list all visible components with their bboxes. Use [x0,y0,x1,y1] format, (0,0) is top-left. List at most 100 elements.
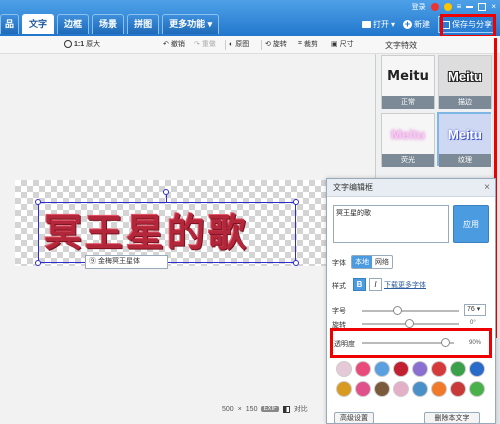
redo-button[interactable]: ↷ 重做 [194,39,216,49]
swatch[interactable] [431,361,447,377]
rotation-stem [166,195,167,202]
size-label: 尺寸 [339,41,354,48]
tab-scene[interactable]: 场景 [92,14,125,34]
swatch[interactable] [355,381,371,397]
undo-icon: ↶ [163,41,169,48]
maximize-icon[interactable] [478,3,487,11]
swatch[interactable] [336,381,352,397]
font-local-tab[interactable]: 本地 [352,256,372,268]
toolbar-divider [261,40,262,50]
tab-beautify[interactable]: 品 [0,14,20,34]
edit-toolbar: 1:1 原大 ↶ 撤销 ↷ 重做 ◐ 原图 ⟲ 旋转 ⌗ 裁剪 ▣ 尺寸 [0,36,500,54]
compare-icon[interactable] [282,405,290,413]
effect-preview: Meitu [382,114,434,154]
close-icon[interactable]: × [484,182,490,193]
effect-stroke[interactable]: Meitu 描边 [438,55,492,109]
tab-frame[interactable]: 边框 [57,14,90,34]
text-input[interactable]: 冥王星的歌 [333,205,449,243]
rotate-value: 0° [470,320,476,326]
effect-preview: Meitu [439,56,491,96]
rotate-icon: ⟲ [265,41,271,48]
bold-button[interactable]: B [353,278,366,291]
new-button[interactable]: + 新建 [403,19,430,30]
tab-text[interactable]: 文字 [22,14,55,34]
rotate-slider-knob[interactable] [405,319,414,328]
redo-icon: ↷ [194,41,200,48]
advanced-settings-button[interactable]: 高级设置 [334,412,374,424]
exif-button[interactable]: EXIF [261,406,279,412]
swatch[interactable] [412,361,428,377]
close-icon[interactable]: × [491,3,496,11]
size-slider-track[interactable] [362,310,459,312]
resize-icon: ▣ [331,41,338,48]
annotation-box-opacity [330,328,492,358]
zoom-original-label: 原大 [86,41,101,48]
font-online-tab[interactable]: 网络 [372,256,392,268]
main-tabs: 品 文字 边框 场景 拼图 更多功能 ▾ [0,14,220,34]
zoom-icon [64,40,72,48]
effect-normal[interactable]: Meitu 正常 [381,55,435,109]
swatch[interactable] [374,361,390,377]
undo-button[interactable]: ↶ 撤销 [163,39,185,49]
notification-icon[interactable] [443,3,452,11]
effect-preview: Meitu [382,56,434,96]
original-image-button[interactable]: ◐ 原图 [229,39,249,49]
crop-button[interactable]: ⌗ 裁剪 [298,39,318,49]
rotate-handle[interactable] [163,189,169,195]
login-link[interactable]: 登录 [412,2,426,12]
resize-handle-tl[interactable] [35,199,41,205]
open-button[interactable]: 打开 ▾ [361,19,395,30]
rotate-button[interactable]: ⟲ 旋转 [265,39,287,49]
font-label: 字体 [332,260,346,267]
rotate-label: 旋转 [272,41,287,48]
toolbar-divider [225,40,226,50]
swatch[interactable] [431,381,447,397]
swatch[interactable] [393,381,409,397]
swatch[interactable] [412,381,428,397]
effect-texture[interactable]: Meitu 纹理 [437,112,491,167]
user-avatar-icon[interactable] [430,3,439,11]
image-height: 150 [245,405,258,413]
swatch[interactable] [336,361,352,377]
image-width: 500 [222,405,234,413]
swatch[interactable] [469,381,485,397]
swatch[interactable] [355,361,371,377]
swatch[interactable] [393,361,409,377]
effect-label: 正常 [382,96,434,109]
redo-label: 重做 [201,41,216,48]
open-label: 打开 [372,20,389,29]
size-value-field[interactable]: 76 ▾ [464,304,486,316]
compare-label[interactable]: 对比 [294,404,308,414]
effect-glow[interactable]: Meitu 荧光 [381,113,435,167]
font-select[interactable]: ⑨ 金梅冥王星体 [85,255,168,269]
text-selection-box[interactable] [38,202,296,263]
minimize-icon[interactable] [466,6,474,8]
resize-handle-tr[interactable] [293,199,299,205]
menu-icon[interactable]: ≡ [457,3,462,11]
resize-handle-br[interactable] [293,260,299,266]
undo-label: 撤销 [170,41,185,48]
tab-collage[interactable]: 拼图 [127,14,160,34]
swatch[interactable] [450,361,466,377]
effects-panel-title: 文字特效 [385,41,417,50]
swatch[interactable] [469,361,485,377]
delete-text-button[interactable]: 删除本文字 [424,412,480,424]
download-fonts-link[interactable]: 下载更多字体 [384,280,426,290]
login-row: 登录 ≡ × [412,2,496,12]
dialog-title: 文字编辑框 [327,179,495,197]
size-button[interactable]: ▣ 尺寸 [331,39,354,49]
folder-icon [361,21,371,28]
effect-preview: Meitu [439,114,491,154]
apply-button[interactable]: 应用 [453,205,489,243]
zoom-ratio: 1:1 [74,40,85,48]
resize-handle-bl[interactable] [35,260,41,266]
size-slider-knob[interactable] [393,306,402,315]
swatch[interactable] [450,381,466,397]
effect-label: 荧光 [382,154,434,167]
tab-more[interactable]: 更多功能 ▾ [162,14,220,34]
zoom-original-button[interactable]: 1:1 原大 [64,39,100,49]
swatch[interactable] [374,381,390,397]
italic-button[interactable]: I [369,278,382,291]
original-image-label: 原图 [235,41,250,48]
annotation-box-save [440,14,496,38]
